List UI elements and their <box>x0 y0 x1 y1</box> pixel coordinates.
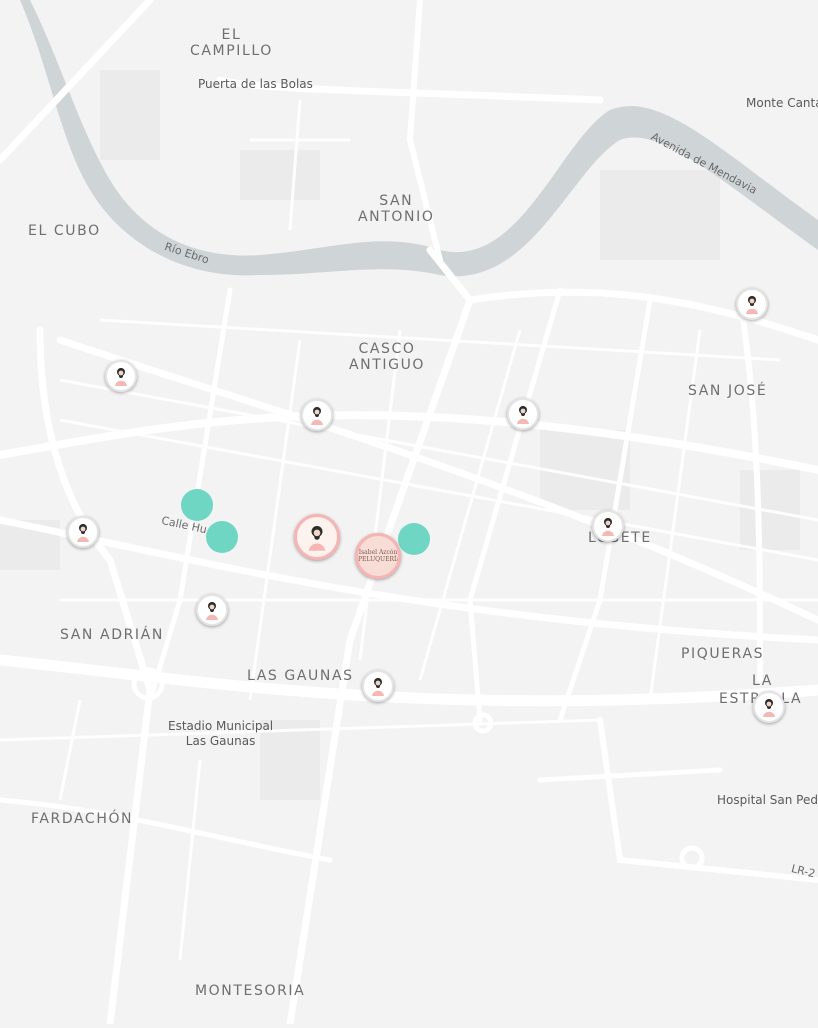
woman-avatar-icon <box>746 296 758 314</box>
woman-avatar-icon <box>602 518 614 536</box>
salon-logo-text: Isabel Azcón PELUQUERÍA <box>358 549 401 563</box>
cluster-marker[interactable] <box>398 523 430 555</box>
woman-avatar-icon <box>763 699 775 717</box>
label-puerta-de-las-bolas: Puerta de las Bolas <box>198 77 313 91</box>
woman-avatar-icon <box>372 678 384 696</box>
cluster-marker[interactable] <box>181 489 213 521</box>
woman-avatar-icon <box>517 406 529 424</box>
salon-marker[interactable] <box>301 399 333 431</box>
salon-marker-selected[interactable] <box>294 514 340 560</box>
label-el-campillo: EL CAMPILLO <box>190 27 273 59</box>
salon-marker[interactable] <box>362 670 394 702</box>
salon-marker[interactable] <box>736 288 768 320</box>
label-san-jose: SAN JOSÉ <box>688 383 768 399</box>
woman-avatar-icon <box>308 526 326 551</box>
label-montesoria: MONTESORIA <box>195 983 306 999</box>
salon-marker[interactable] <box>507 398 539 430</box>
label-la-estrella-1: LA <box>752 673 773 689</box>
label-piqueras: PIQUERAS <box>681 646 765 662</box>
salon-logo-marker[interactable]: Isabel Azcón PELUQUERÍA <box>355 533 401 579</box>
label-estadio-municipal: Estadio Municipal Las Gaunas <box>168 719 274 748</box>
salon-marker[interactable] <box>592 510 624 542</box>
salon-marker[interactable] <box>196 594 228 626</box>
salon-marker[interactable] <box>753 691 785 723</box>
woman-avatar-icon <box>77 524 89 542</box>
label-san-adrian: SAN ADRIÁN <box>60 627 164 643</box>
cluster-marker[interactable] <box>206 521 238 553</box>
label-las-gaunas: LAS GAUNAS <box>247 668 354 684</box>
map-canvas[interactable]: EL CAMPILLO Puerta de las Bolas Monte Ca… <box>0 0 818 1028</box>
label-casco-antiguo: CASCO ANTIGUO <box>349 341 426 373</box>
woman-avatar-icon <box>311 407 323 425</box>
label-fardachon: FARDACHÓN <box>31 811 134 827</box>
label-monte-cantal: Monte Cantal <box>746 96 818 110</box>
salon-marker[interactable] <box>67 516 99 548</box>
label-san-antonio: SAN ANTONIO <box>358 193 435 225</box>
label-el-cubo: EL CUBO <box>28 223 101 239</box>
woman-avatar-icon <box>115 368 127 386</box>
salon-marker[interactable] <box>105 360 137 392</box>
woman-avatar-icon <box>206 602 218 620</box>
label-hospital-san-pedro: Hospital San Pedro <box>717 793 818 807</box>
